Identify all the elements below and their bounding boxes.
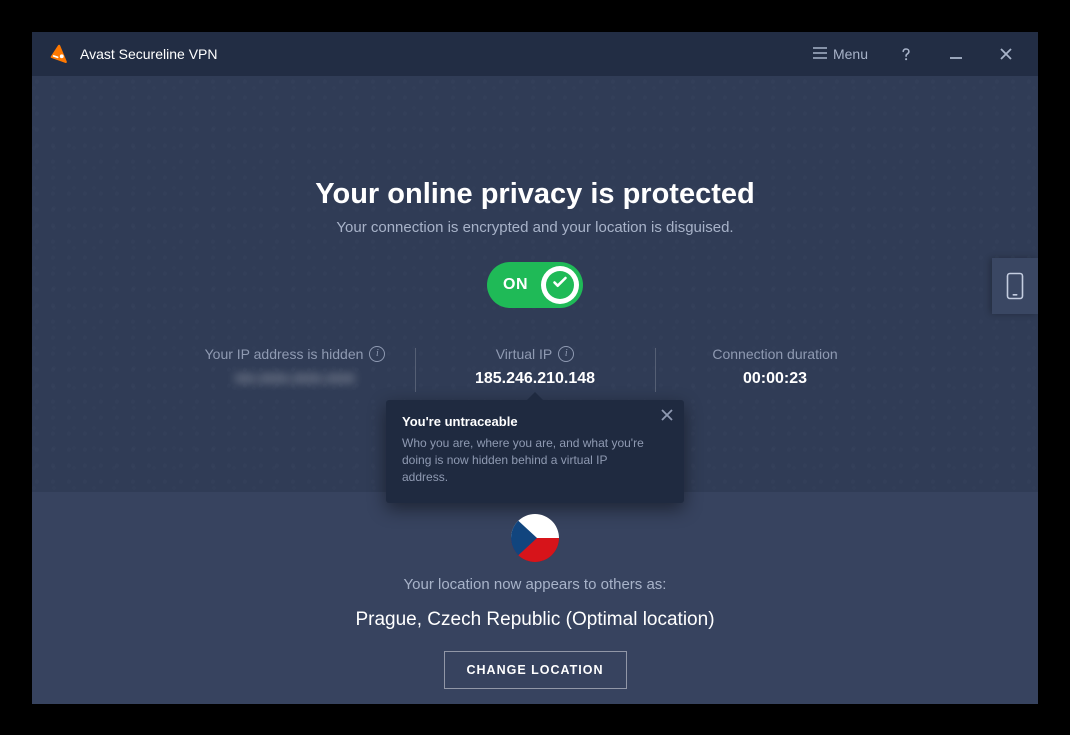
tooltip-close-button[interactable] [658,408,676,426]
vpn-toggle-label: ON [503,276,528,294]
info-icon[interactable]: i [369,346,385,362]
location-value: Prague, Czech Republic (Optimal location… [355,609,714,631]
vpn-toggle[interactable]: ON [487,262,583,308]
stat-ip-hidden-value: ●●.●●●.●●●.●●● [193,370,397,388]
close-icon [999,47,1013,61]
app-window: Avast Secureline VPN Menu Your online pr… [32,32,1038,704]
tooltip-title: You're untraceable [402,414,648,429]
info-icon[interactable]: i [558,346,574,362]
titlebar: Avast Secureline VPN Menu [32,32,1038,76]
stat-virtual-ip-label: Virtual IP [496,346,553,362]
avast-logo-icon [48,43,70,65]
close-icon [661,408,673,426]
virtual-ip-tooltip: You're untraceable Who you are, where yo… [386,400,684,503]
location-label: Your location now appears to others as: [404,576,667,593]
stat-ip-hidden-label: Your IP address is hidden [205,346,364,362]
vpn-toggle-knob [541,266,579,304]
stat-virtual-ip: Virtual IP i 185.246.210.148 You're untr… [415,346,655,388]
smartphone-icon [1005,272,1025,300]
hamburger-icon [813,46,827,62]
czech-flag-icon [511,514,559,562]
help-icon [898,46,914,62]
app-title: Avast Secureline VPN [80,46,217,62]
stat-duration: Connection duration 00:00:23 [655,346,895,388]
help-button[interactable] [886,39,926,69]
close-button[interactable] [986,39,1026,69]
stat-ip-hidden: Your IP address is hidden i ●●.●●●.●●●.●… [175,346,415,388]
status-subline: Your connection is encrypted and your lo… [336,219,733,236]
checkmark-icon [551,273,569,296]
menu-label: Menu [833,46,868,62]
change-location-button[interactable]: CHANGE LOCATION [444,651,627,689]
stat-duration-label: Connection duration [712,346,837,362]
stat-duration-value: 00:00:23 [673,370,877,388]
status-headline: Your online privacy is protected [315,178,754,211]
minimize-icon [949,47,963,61]
menu-button[interactable]: Menu [805,42,876,66]
status-panel: Your online privacy is protected Your co… [32,76,1038,492]
minimize-button[interactable] [936,39,976,69]
location-panel: Your location now appears to others as: … [32,492,1038,704]
tooltip-body: Who you are, where you are, and what you… [402,435,648,487]
devices-side-tab[interactable] [992,258,1038,314]
stats-row: Your IP address is hidden i ●●.●●●.●●●.●… [32,346,1038,388]
stat-virtual-ip-value: 185.246.210.148 [433,370,637,388]
